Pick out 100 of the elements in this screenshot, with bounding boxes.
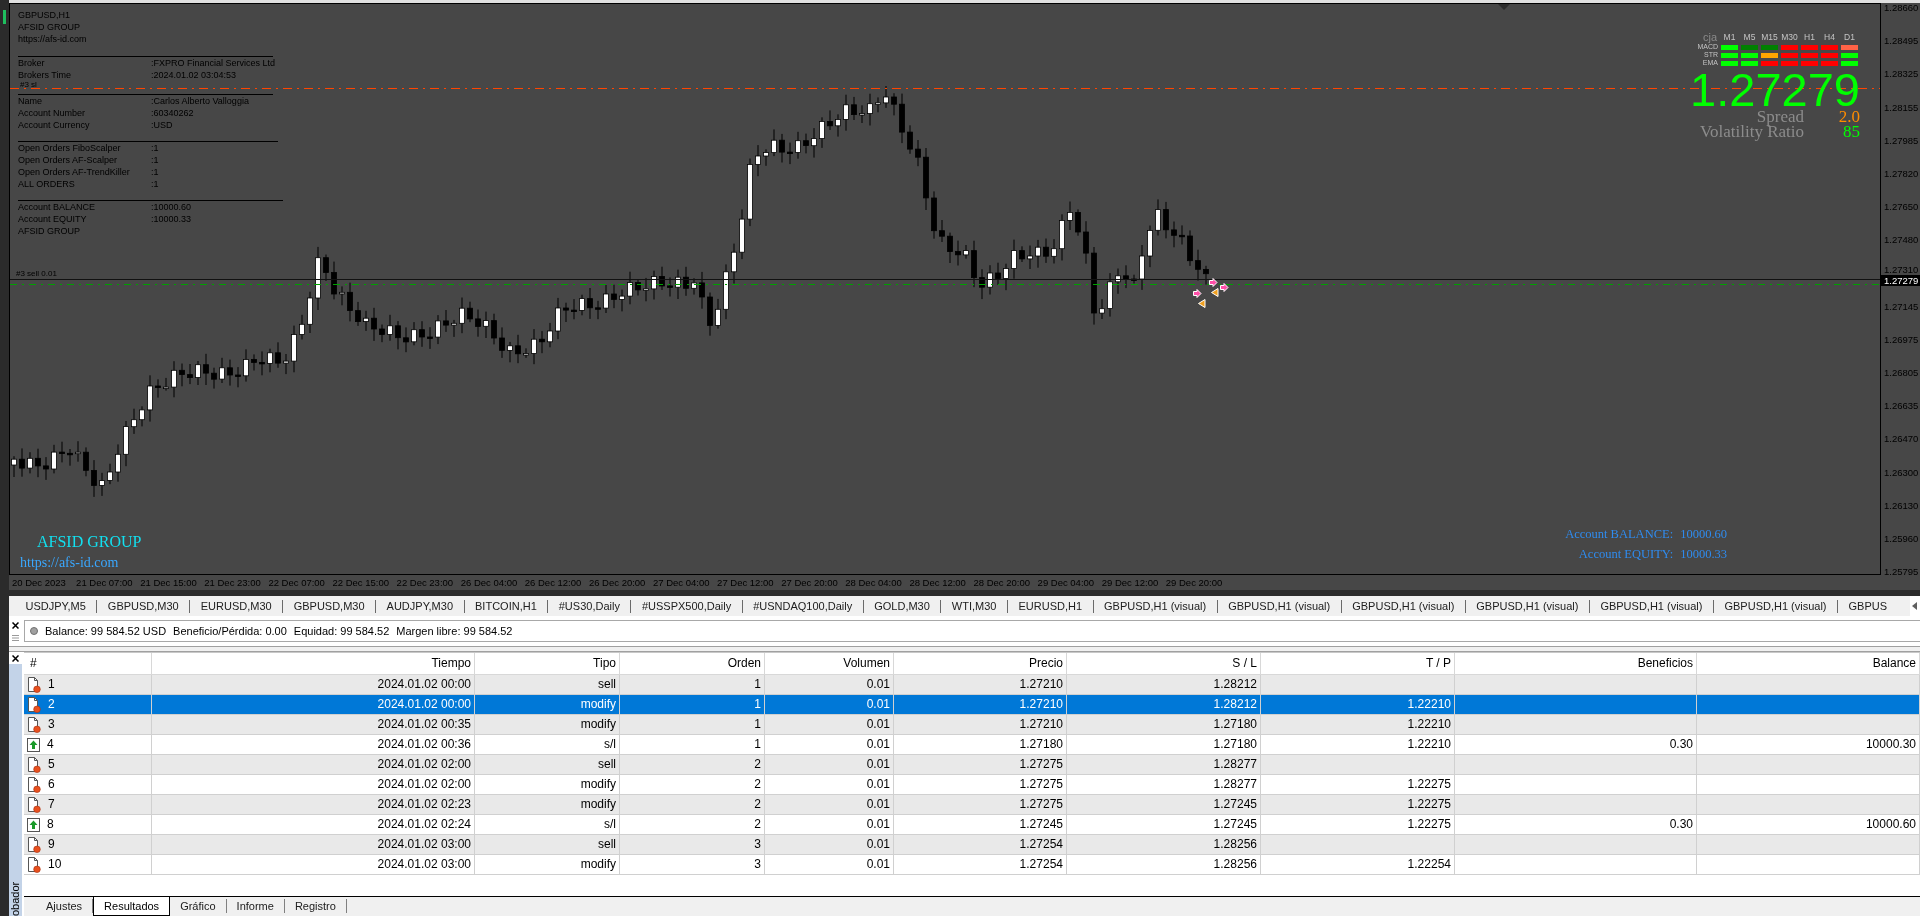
time-axis-label: 29 Dec 12:00 — [1101, 577, 1159, 589]
table-cell: 3 — [620, 855, 765, 875]
table-cell: 1.28256 — [1067, 855, 1261, 875]
info-value: :USD — [151, 119, 174, 131]
indicator-title: cja — [1702, 32, 1717, 43]
triangle-marker-icon — [1498, 4, 1510, 10]
table-cell: 0.01 — [765, 855, 894, 875]
info-label: Account EQUITY — [18, 213, 88, 225]
website-url: https://afs-id.com — [18, 33, 88, 45]
info-label: Open Orders AF-Scalper — [18, 154, 119, 166]
document-icon — [27, 676, 41, 693]
close-icon[interactable] — [12, 622, 19, 629]
price-axis-label: 1.26635 — [1884, 401, 1919, 412]
summary-item: Beneficio/Pérdida: 0.00 — [173, 623, 287, 639]
panel-tab[interactable]: obador — [9, 664, 22, 916]
document-icon — [27, 756, 41, 773]
price-axis-label: 1.27985 — [1884, 135, 1919, 146]
info-label: Account BALANCE — [18, 201, 97, 213]
time-axis-label: 21 Dec 23:00 — [204, 577, 261, 589]
document-icon — [27, 836, 41, 853]
bottom-tab[interactable]: Gráfico — [170, 899, 227, 913]
time-axis-label: 27 Dec 04:00 — [653, 577, 710, 589]
summary-item: Balance: 99 584.52 USD — [45, 623, 167, 639]
arrow-marker-icon — [1193, 289, 1202, 298]
time-axis-label: 29 Dec 04:00 — [1037, 577, 1095, 589]
stat-label: Spread — [1756, 109, 1804, 124]
time-axis-label: 27 Dec 20:00 — [781, 577, 838, 589]
stat-value: 2.0 — [1837, 109, 1860, 124]
arrow-marker-icon — [1220, 283, 1229, 292]
timeframe-label: M15 — [1761, 32, 1778, 43]
time-axis-label: 29 Dec 20:00 — [1165, 577, 1223, 589]
price-axis-label: 1.25795 — [1884, 567, 1919, 578]
price-axis-label: 1.25960 — [1884, 533, 1919, 544]
info-label: Account Number — [18, 107, 87, 119]
timeframe-label: H4 — [1823, 32, 1836, 43]
scroll-left-icon[interactable] — [1910, 596, 1920, 616]
grip-icon[interactable] — [12, 635, 19, 641]
time-axis-label: 26 Dec 12:00 — [524, 577, 582, 589]
stat-value: 85 — [1842, 124, 1860, 139]
table-cell: 1.27254 — [894, 855, 1067, 875]
row-number: 1 — [48, 676, 55, 693]
up-arrow-icon — [27, 737, 40, 752]
info-value: :60340262 — [151, 107, 195, 119]
bottom-tab[interactable]: Informe — [226, 899, 285, 913]
table-row[interactable]: 9 2024.01.02 03:00 sell 3 0.01 1.27254 1.28256 — [24, 835, 1920, 855]
document-icon — [27, 776, 41, 793]
up-arrow-icon — [27, 817, 40, 832]
close-icon[interactable] — [12, 654, 19, 662]
table-row[interactable]: 3 2024.01.02 00:35 modify 1 0.01 1.27210 1.27180 1.22210 — [24, 715, 1920, 735]
info-label: ALL ORDERS — [18, 178, 76, 190]
document-icon — [27, 696, 41, 713]
current-price-label: 1.27279 — [1881, 275, 1920, 286]
info-label: Open Orders FiboScalper — [18, 142, 122, 154]
time-axis-label: 21 Dec 15:00 — [140, 577, 197, 589]
timeframe-label: D1 — [1843, 32, 1856, 43]
row-number: 3 — [48, 716, 55, 733]
bottom-tab[interactable]: Registro — [284, 899, 347, 913]
price-axis-label: 1.26975 — [1884, 334, 1919, 345]
info-value: :1 — [151, 142, 160, 154]
row-number: 4 — [47, 736, 54, 753]
info-value: :Carlos Alberto Valloggia — [151, 95, 250, 107]
price-axis-label: 1.27650 — [1884, 202, 1919, 213]
table-row[interactable]: 1 2024.01.02 00:00 sell 1 0.01 1.27210 1.28212 — [24, 675, 1920, 695]
arrow-marker-icon — [1209, 278, 1218, 287]
timeframe-label: M5 — [1742, 32, 1757, 43]
table-row[interactable]: 2 2024.01.02 00:00 modify 1 0.01 1.27210 1.28212 1.22210 — [24, 695, 1920, 715]
document-icon — [27, 796, 41, 813]
price-axis-label: 1.28495 — [1884, 36, 1919, 47]
status-marker-icon — [3, 10, 6, 24]
row-number: 8 — [47, 816, 54, 833]
price-axis-label: 1.26300 — [1884, 467, 1919, 478]
time-axis-label: 27 Dec 12:00 — [717, 577, 774, 589]
table-row[interactable]: 7 2024.01.02 02:23 modify 2 0.01 1.27275 1.27245 1.22275 — [24, 795, 1920, 815]
table-row[interactable]: 5 2024.01.02 02:00 sell 2 0.01 1.27275 1.28277 — [24, 755, 1920, 775]
time-axis-label: 22 Dec 07:00 — [268, 577, 325, 589]
account-value: 10000.33 — [1680, 546, 1727, 563]
info-label: Open Orders AF-TrendKiller — [18, 166, 131, 178]
timeframe-label: M30 — [1781, 32, 1798, 43]
row-number: 2 — [48, 696, 55, 713]
price-axis-label: 1.28155 — [1884, 102, 1919, 113]
table-row[interactable]: 10 2024.01.02 03:00 modify 3 0.01 1.27254 1.28256 1.22254 — [24, 855, 1920, 875]
row-number: 5 — [48, 756, 55, 773]
brand-name: AFSID GROUP — [18, 225, 81, 237]
table-cell: 1.22254 — [1261, 855, 1455, 875]
price-axis-label: 1.26805 — [1884, 368, 1919, 378]
bottom-tab[interactable]: Resultados — [93, 897, 171, 916]
info-value: :2024.01.02 03:04:53 — [151, 69, 238, 81]
table-cell: modify — [475, 855, 620, 875]
summary-item: Equidad: 99 584.52 — [293, 623, 390, 639]
info-label: Brokers Time — [18, 69, 72, 81]
price-axis-label: 1.27480 — [1884, 235, 1919, 246]
timeframe-label: M1 — [1722, 32, 1737, 43]
time-axis-label: 20 Dec 2023 — [12, 577, 66, 589]
document-icon — [27, 716, 41, 733]
price-axis-label: 1.28660 — [1884, 3, 1919, 13]
time-axis-label: 26 Dec 04:00 — [460, 577, 518, 589]
info-value: :10000.60 — [151, 201, 193, 213]
time-axis-label: 21 Dec 07:00 — [76, 577, 133, 589]
brand-name: AFSID GROUP — [37, 533, 142, 551]
document-icon — [27, 856, 41, 873]
